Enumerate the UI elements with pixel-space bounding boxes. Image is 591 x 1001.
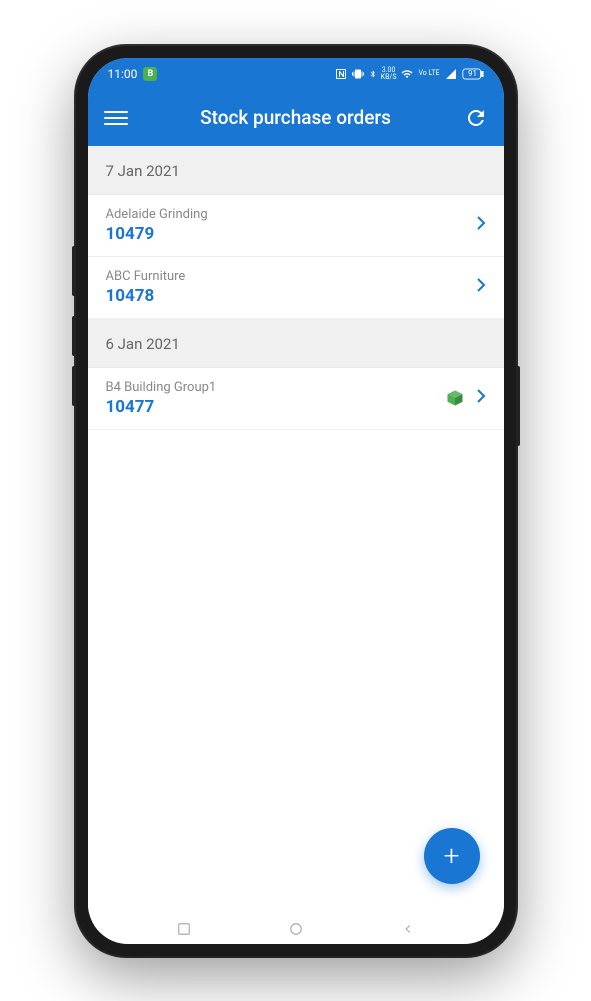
chevron-right-icon	[476, 388, 486, 408]
order-customer: ABC Furniture	[106, 269, 476, 284]
order-item[interactable]: B4 Building Group1 10477	[88, 368, 504, 430]
order-item[interactable]: ABC Furniture 10478	[88, 257, 504, 319]
app-badge-icon: B	[143, 67, 157, 81]
order-info: B4 Building Group1 10477	[106, 380, 446, 417]
app-header: Stock purchase orders	[88, 90, 504, 146]
status-right: 3.00 KB/S Vo LTE 91	[335, 67, 484, 81]
nav-recent-button[interactable]	[164, 923, 204, 935]
add-order-button[interactable]: +	[424, 828, 480, 884]
nav-back-button[interactable]	[388, 923, 428, 935]
order-number: 10478	[106, 286, 476, 306]
order-icons	[476, 215, 486, 235]
wifi-icon	[400, 68, 414, 80]
status-time: 11:00	[108, 67, 138, 81]
system-nav-bar	[88, 914, 504, 944]
menu-icon[interactable]	[104, 106, 128, 130]
order-icons	[446, 388, 486, 408]
battery-icon: 91	[462, 68, 484, 80]
order-number: 10477	[106, 397, 446, 417]
status-bar: 11:00 B 3.00 KB/S	[88, 58, 504, 90]
order-info: Adelaide Grinding 10479	[106, 207, 476, 244]
chevron-right-icon	[476, 277, 486, 297]
date-group-header: 6 Jan 2021	[88, 319, 504, 368]
package-icon	[446, 389, 464, 407]
network-speed: 3.00 KB/S	[381, 67, 397, 81]
order-item[interactable]: Adelaide Grinding 10479	[88, 195, 504, 257]
nfc-icon	[335, 68, 347, 80]
phone-frame: 11:00 B 3.00 KB/S	[76, 46, 516, 956]
nav-home-button[interactable]	[276, 923, 316, 935]
vibrate-icon	[351, 68, 365, 80]
order-icons	[476, 277, 486, 297]
volte-label: Vo LTE	[418, 70, 439, 77]
order-list[interactable]: 7 Jan 2021 Adelaide Grinding 10479 ABC F…	[88, 146, 504, 914]
order-info: ABC Furniture 10478	[106, 269, 476, 306]
plus-icon: +	[444, 842, 460, 870]
refresh-button[interactable]	[464, 106, 488, 130]
page-title: Stock purchase orders	[128, 106, 464, 129]
order-number: 10479	[106, 224, 476, 244]
bluetooth-icon	[369, 68, 377, 80]
status-left: 11:00 B	[108, 67, 158, 81]
date-group-header: 7 Jan 2021	[88, 146, 504, 195]
order-customer: B4 Building Group1	[106, 380, 446, 395]
order-customer: Adelaide Grinding	[106, 207, 476, 222]
chevron-right-icon	[476, 215, 486, 235]
screen: 11:00 B 3.00 KB/S	[88, 58, 504, 944]
signal-icon	[444, 68, 458, 80]
